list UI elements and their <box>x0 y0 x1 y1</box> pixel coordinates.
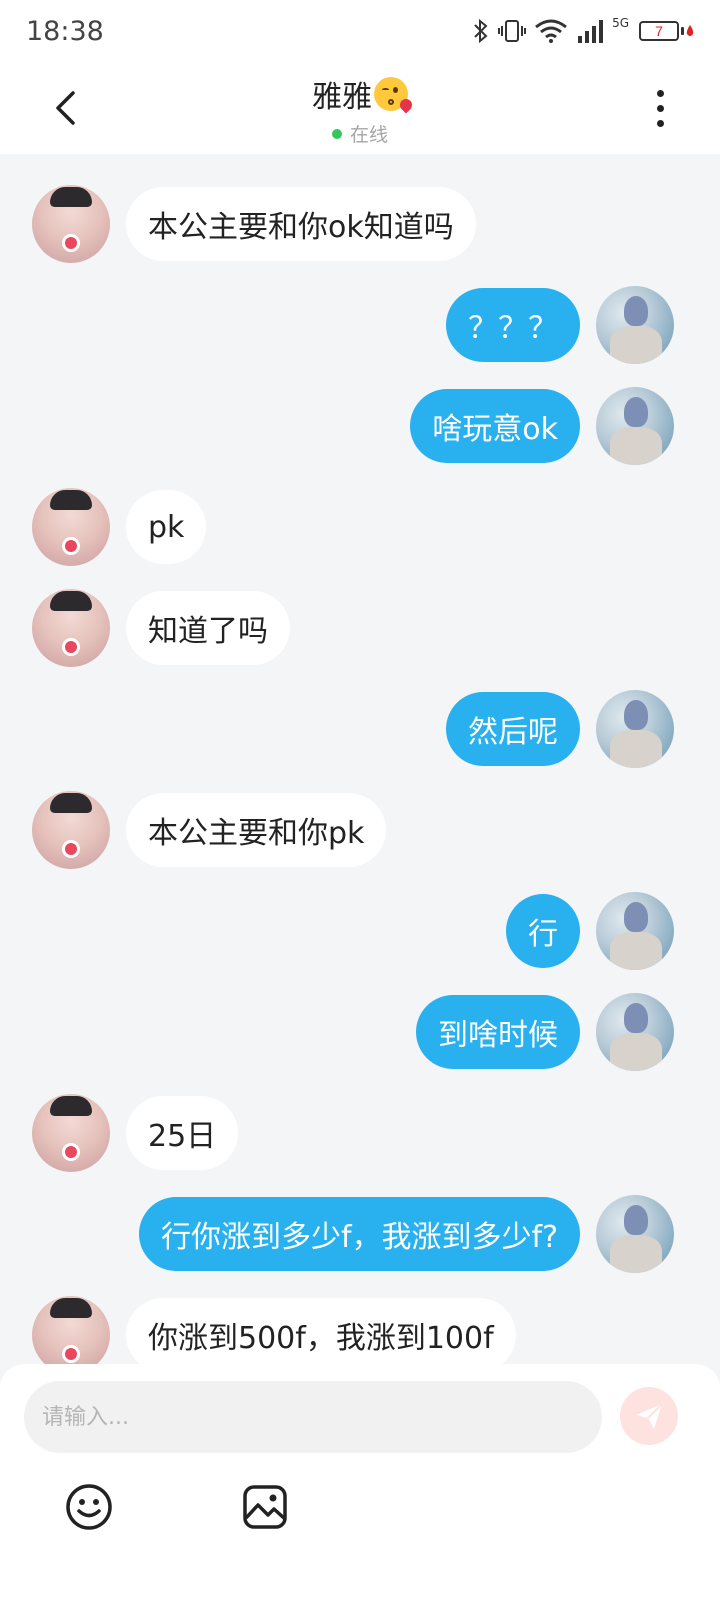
signal-icon <box>578 20 604 43</box>
message-received: 本公主要和你pk <box>32 791 387 869</box>
my-avatar[interactable] <box>596 387 674 465</box>
battery-level: 7 <box>639 21 679 41</box>
my-avatar[interactable] <box>596 1195 674 1273</box>
my-avatar[interactable] <box>596 286 674 364</box>
my-avatar[interactable] <box>596 690 674 768</box>
message-bubble[interactable]: 到啥时候 <box>416 995 580 1069</box>
message-sent: 到啥时候 <box>416 993 674 1071</box>
message-input-container[interactable] <box>24 1381 602 1453</box>
send-button[interactable] <box>620 1387 678 1445</box>
dot-icon <box>656 104 664 112</box>
message-received: 你涨到500f，我涨到100f <box>32 1296 516 1364</box>
message-bubble[interactable]: 25日 <box>126 1096 239 1170</box>
contact-name: 雅雅 <box>312 80 372 115</box>
my-avatar[interactable] <box>596 993 674 1071</box>
message-sent: 然后呢 <box>446 690 674 768</box>
network-type: 5G <box>612 16 629 30</box>
message-bubble[interactable]: 本公主要和你ok知道吗 <box>126 187 476 261</box>
message-bubble[interactable]: 啥玩意ok <box>410 389 580 463</box>
message-bubble[interactable]: 本公主要和你pk <box>126 793 387 867</box>
message-received: 25日 <box>32 1094 239 1172</box>
wifi-icon <box>535 19 567 43</box>
bluetooth-icon <box>474 18 488 44</box>
status-icons: 5G 7 <box>472 16 694 44</box>
contact-avatar[interactable] <box>32 1296 110 1364</box>
image-button[interactable] <box>242 1484 288 1530</box>
charging-drop-icon <box>686 25 694 36</box>
contact-avatar[interactable] <box>32 1094 110 1172</box>
emoji-button[interactable] <box>64 1482 114 1532</box>
message-bubble[interactable]: 行 <box>506 894 580 968</box>
send-icon <box>636 1403 663 1429</box>
message-received: 本公主要和你ok知道吗 <box>32 185 476 263</box>
status-bar: 18:38 5G 7 <box>0 0 720 62</box>
message-list[interactable]: 本公主要和你ok知道吗 ？？？ 啥玩意ok pk 知道了吗 然后呢 本公主要和你… <box>0 154 720 1364</box>
composer <box>0 1364 720 1600</box>
status-time: 18:38 <box>26 15 104 47</box>
my-avatar[interactable] <box>596 892 674 970</box>
message-sent: 啥玩意ok <box>410 387 674 465</box>
message-bubble[interactable]: 行你涨到多少f，我涨到多少f? <box>138 1197 580 1271</box>
message-sent: ？？？ <box>446 286 674 364</box>
chat-header: 雅雅 在线 <box>0 62 720 154</box>
message-input[interactable] <box>42 1404 602 1430</box>
message-bubble[interactable]: 然后呢 <box>446 692 580 766</box>
message-received: 知道了吗 <box>32 589 290 667</box>
vibrate-icon <box>498 20 527 42</box>
header-center: 雅雅 在线 <box>0 72 720 147</box>
message-sent: 行 <box>506 892 674 970</box>
message-bubble[interactable]: ？？？ <box>446 288 580 362</box>
image-icon <box>243 1485 287 1529</box>
message-bubble[interactable]: 你涨到500f，我涨到100f <box>126 1298 516 1364</box>
message-bubble[interactable]: 知道了吗 <box>126 591 290 665</box>
online-dot-icon <box>331 128 342 139</box>
message-sent: 行你涨到多少f，我涨到多少f? <box>138 1195 674 1273</box>
battery-icon: 7 <box>639 21 694 41</box>
contact-avatar[interactable] <box>32 589 110 667</box>
contact-avatar[interactable] <box>32 488 110 566</box>
dot-icon <box>656 119 664 127</box>
emoji-icon <box>66 1484 112 1530</box>
dot-icon <box>656 89 664 97</box>
contact-avatar[interactable] <box>32 185 110 263</box>
online-status: 在线 <box>349 124 388 146</box>
message-bubble[interactable]: pk <box>126 490 207 564</box>
kissing-face-emoji-icon <box>374 77 415 114</box>
more-options-button[interactable] <box>640 84 680 132</box>
contact-avatar[interactable] <box>32 791 110 869</box>
message-received: pk <box>32 488 207 566</box>
